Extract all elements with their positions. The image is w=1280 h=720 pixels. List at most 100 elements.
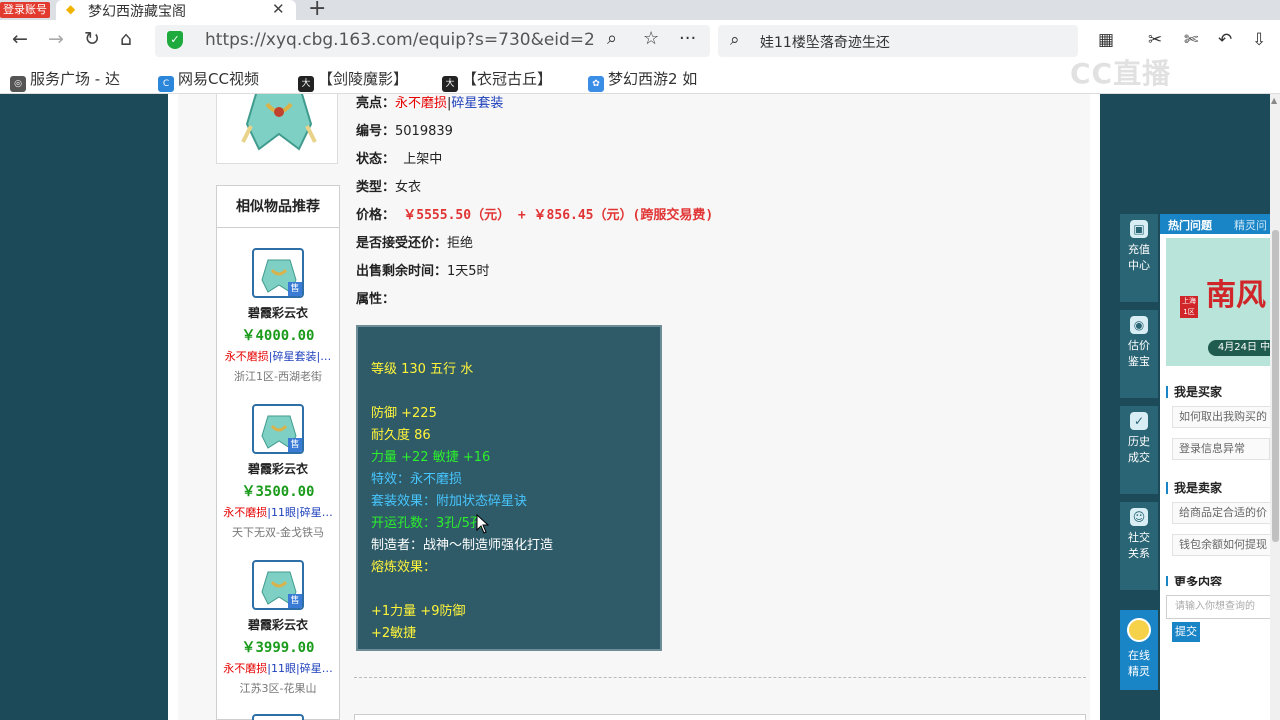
screenshot-icon[interactable]: ✂ — [1148, 30, 1162, 50]
similar-items-panel: 相似物品推荐 售 碧霞彩云衣 ￥4000.00 永不磨损|碎星套装|… 浙江1区… — [216, 185, 340, 720]
globe-icon: ◎ — [10, 76, 26, 92]
remaining-row: 出售剩余时间：1天5时 — [356, 264, 490, 279]
maker-line: 制造者：战神～制造师强化打造 — [371, 538, 554, 553]
download-icon[interactable]: ⇩ — [1252, 30, 1266, 50]
tab-title: 梦幻西游藏宝阁 — [88, 4, 186, 20]
similar-item[interactable] — [217, 714, 339, 720]
seller-question-1[interactable]: 给商品定合适的价 — [1172, 502, 1280, 524]
reload-icon[interactable]: ↻ — [84, 28, 100, 50]
search-bar[interactable]: ⌕ 娃11楼坠落奇迹生还 — [718, 25, 1078, 57]
new-tab-icon[interactable]: + — [308, 0, 326, 21]
next-section-box — [354, 714, 1086, 720]
scroll-thumb[interactable] — [1272, 230, 1279, 542]
durability-line: 耐久度 86 — [371, 428, 431, 443]
bookmark-service[interactable]: ◎ 服务广场 - 达 — [10, 68, 120, 92]
social-button[interactable]: ☺ 社交 关系 — [1120, 502, 1158, 590]
similar-item[interactable]: 售 碧霞彩云衣 ￥3999.00 永不磨损|11眼|碎星… 江苏3区-花果山 — [217, 560, 339, 696]
online-sprite-button[interactable]: 在线 精灵 — [1120, 610, 1158, 690]
promo-banner[interactable]: 上海1区 南风 4月24日 中 — [1166, 238, 1280, 366]
buyer-question-2[interactable]: 登录信息异常 — [1172, 438, 1270, 460]
similar-item-name[interactable]: 碧霞彩云衣 — [217, 304, 339, 321]
sell-tag: 售 — [288, 282, 302, 296]
refine-line-1: +1力量 +9防御 — [371, 604, 466, 619]
more-icon[interactable]: ··· — [679, 28, 696, 49]
bookmark-mhxy[interactable]: ✿ 梦幻西游2 如 — [588, 68, 697, 92]
dashen-icon: 大 — [442, 76, 458, 92]
similar-item-price: ￥3500.00 — [241, 484, 315, 500]
appraise-button[interactable]: ◉ 估价 鉴宝 — [1120, 310, 1158, 398]
dashen-icon: 大 — [298, 76, 314, 92]
history-button[interactable]: ✓ 历史 成交 — [1120, 406, 1158, 494]
apps-icon[interactable]: ▦ — [1098, 30, 1114, 50]
buyer-section-title: 我是买家 — [1166, 386, 1222, 398]
shield-icon: ✓ — [167, 31, 183, 49]
similar-item-name[interactable]: 碧霞彩云衣 — [217, 616, 339, 633]
appraise-icon: ◉ — [1130, 316, 1148, 334]
bookmark-cc[interactable]: C 网易CC视频 — [158, 68, 259, 92]
similar-item-name[interactable]: 碧霞彩云衣 — [217, 460, 339, 477]
similar-item-tags: 永不磨损|碎星套装|… — [224, 350, 332, 363]
login-badge[interactable]: 登录账号 — [0, 2, 50, 18]
active-tab[interactable]: ◆ 梦幻西游藏宝阁 ✕ — [56, 0, 296, 20]
home-icon[interactable]: ⌂ — [120, 28, 132, 50]
page-content: 相似物品推荐 售 碧霞彩云衣 ￥4000.00 永不磨损|碎星套装|… 浙江1区… — [168, 94, 1100, 720]
seller-question-2[interactable]: 钱包余额如何提现 — [1172, 534, 1280, 556]
id-row: 编号：5019839 — [356, 124, 453, 139]
banner-tag: 上海1区 — [1180, 296, 1198, 318]
attr-row: 属性： — [356, 292, 396, 307]
seller-section-title: 我是卖家 — [1166, 482, 1222, 494]
similar-items-title: 相似物品推荐 — [217, 186, 339, 228]
type-row: 类型：女衣 — [356, 180, 422, 195]
bookmark-jianling[interactable]: 大【剑陵魔影】 — [298, 68, 408, 92]
attribute-panel: 等级 130 五行 水 防御 +225 耐久度 86 力量 +22 敏捷 +16… — [356, 325, 662, 651]
help-panel: 热门问题 精灵问 上海1区 南风 4月24日 中 我是买家 如何取出我购买的 登… — [1160, 214, 1280, 720]
more-section-title: 更多内容 — [1166, 576, 1222, 586]
search-text: 娃11楼坠落奇迹生还 — [760, 35, 890, 51]
recharge-button[interactable]: ▣ 充值 中心 — [1120, 214, 1158, 302]
close-icon[interactable]: ✕ — [272, 0, 285, 18]
set-effect-line: 套装效果：附加状态碎星诀 — [371, 494, 528, 509]
scroll-up-icon[interactable]: ▲ — [1271, 96, 1277, 105]
sell-tag: 售 — [288, 594, 302, 608]
level-line: 等级 130 五行 水 — [371, 362, 474, 377]
page-inner: 相似物品推荐 售 碧霞彩云衣 ￥4000.00 永不磨损|碎星套装|… 浙江1区… — [178, 94, 1090, 720]
wallet-icon: ▣ — [1130, 220, 1148, 238]
url-text: https://xyq.cbg.163.com/equip?s=730&eid=… — [205, 30, 595, 50]
sprite-avatar-icon — [1127, 618, 1151, 642]
similar-item-price: ￥3999.00 — [241, 640, 315, 656]
similar-item[interactable]: 售 碧霞彩云衣 ￥3500.00 永不磨损|11眼|碎星… 天下无双-金戈铁马 — [217, 404, 339, 540]
tab-hot-questions[interactable]: 热门问题 — [1168, 217, 1212, 233]
forward-icon[interactable]: → — [48, 28, 64, 50]
submit-button[interactable]: 提交 — [1172, 622, 1200, 642]
refine-label: 熔炼效果： — [371, 560, 437, 575]
divider — [354, 677, 1086, 678]
undo-icon[interactable]: ↶ — [1218, 30, 1232, 50]
cut-icon[interactable]: ✄ — [1184, 30, 1198, 50]
bookmark-yiguan[interactable]: 大【衣冠古丘】 — [442, 68, 552, 92]
similar-item-image[interactable] — [252, 714, 304, 720]
similar-item-image[interactable]: 售 — [252, 248, 304, 298]
similar-item-tags: 永不磨损|11眼|碎星… — [223, 662, 333, 675]
people-icon: ☺ — [1130, 508, 1148, 526]
paw-icon: ✿ — [588, 76, 604, 92]
similar-item-image[interactable]: 售 — [252, 404, 304, 454]
similar-item-price: ￥4000.00 — [241, 328, 315, 344]
service-sidebar: ▣ 充值 中心 ◉ 估价 鉴宝 ✓ 历史 成交 ☺ 社交 关系 在线 精灵 — [1120, 214, 1158, 720]
ask-input[interactable]: 请输入你想查询的 — [1166, 595, 1280, 619]
back-icon[interactable]: ← — [12, 28, 28, 50]
star-icon[interactable]: ☆ — [643, 28, 659, 49]
zoom-icon[interactable]: ⌕ — [607, 28, 617, 49]
similar-item-server: 浙江1区-西湖老街 — [234, 370, 322, 383]
bargain-row: 是否接受还价：拒绝 — [356, 236, 474, 251]
item-image — [216, 94, 338, 164]
similar-item-image[interactable]: 售 — [252, 560, 304, 610]
tab-sprite-questions[interactable]: 精灵问 — [1234, 217, 1267, 233]
buyer-question-1[interactable]: 如何取出我购买的 — [1172, 406, 1280, 428]
defense-line: 防御 +225 — [371, 406, 437, 421]
similar-item-server: 天下无双-金戈铁马 — [232, 526, 324, 539]
help-tabs: 热门问题 精灵问 — [1160, 214, 1280, 234]
similar-item[interactable]: 售 碧霞彩云衣 ￥4000.00 永不磨损|碎星套装|… 浙江1区-西湖老街 — [217, 248, 339, 384]
address-bar[interactable]: ✓ https://xyq.cbg.163.com/equip?s=730&ei… — [155, 25, 710, 57]
scrollbar[interactable]: ▲ — [1270, 94, 1280, 720]
status-row: 状态： 上架中 — [356, 152, 443, 167]
